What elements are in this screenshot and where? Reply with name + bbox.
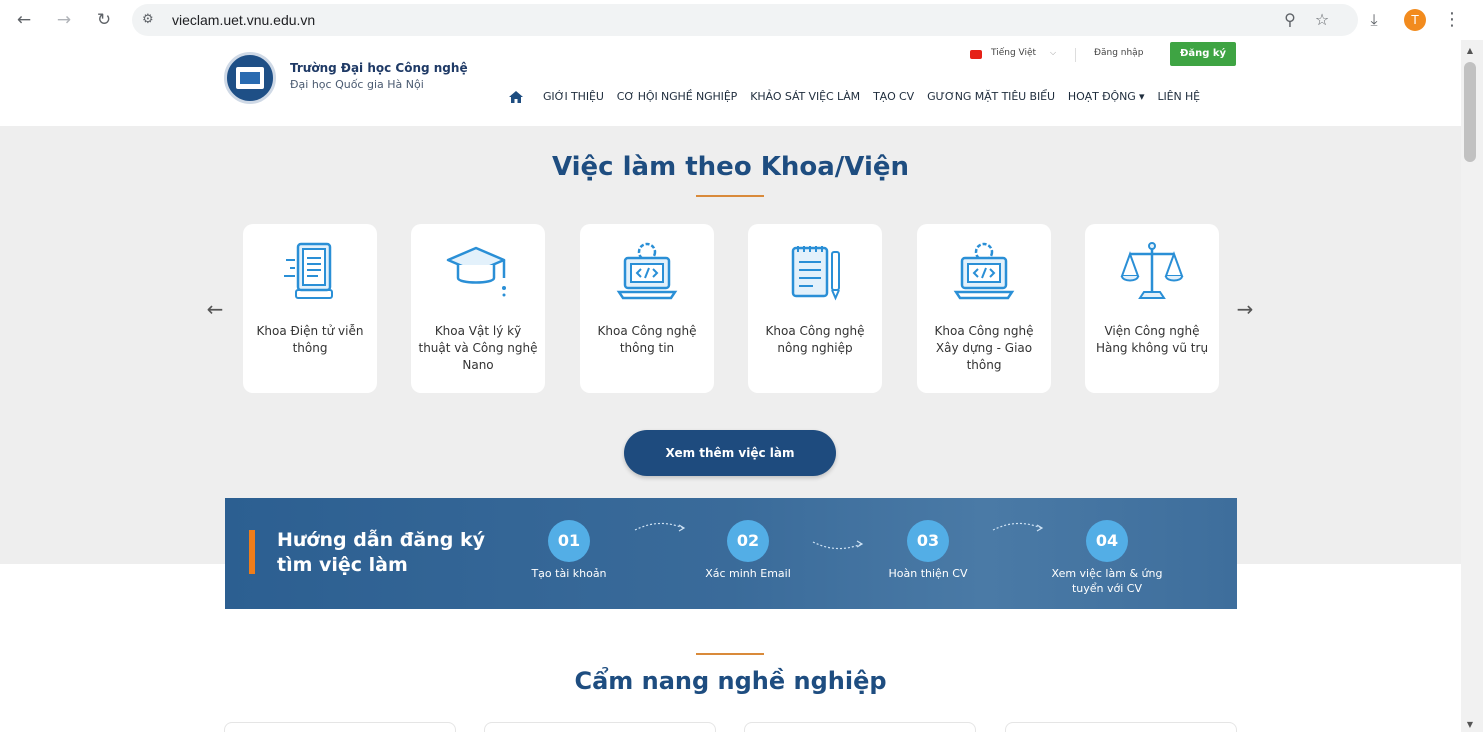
faculty-card-electronics[interactable]: Khoa Điện tử viễn thông xyxy=(243,224,377,393)
faculty-section-title: Việc làm theo Khoa/Viện xyxy=(551,152,910,182)
school-name: Trường Đại học Công nghệ xyxy=(290,61,468,75)
faculty-card-label: Khoa Công nghệ thông tin xyxy=(597,324,697,355)
faculty-card-construction[interactable]: Khoa Công nghệ Xây dựng - Giao thông xyxy=(917,224,1051,393)
handbook-card[interactable] xyxy=(224,722,456,732)
faculty-card-label: Khoa Công nghệ Xây dựng - Giao thông xyxy=(934,324,1034,372)
guide-title: Hướng dẫn đăng ký tìm việc làm xyxy=(277,528,485,578)
step-number: 04 xyxy=(1086,520,1128,562)
dotted-arrow-icon xyxy=(812,540,864,550)
step-label: Xác minh Email xyxy=(705,567,791,580)
reload-icon[interactable]: ↻ xyxy=(92,8,116,32)
divider xyxy=(1075,48,1076,62)
more-jobs-button[interactable]: Xem thêm việc làm xyxy=(624,430,836,476)
nav-item-contact[interactable]: LIÊN HỆ xyxy=(1157,90,1200,104)
carousel-next-icon[interactable]: → xyxy=(1230,294,1260,324)
handbook-card[interactable] xyxy=(744,722,976,732)
faculty-card-label: Khoa Vật lý kỹ thuật và Công nghệ Nano xyxy=(418,324,538,372)
youtube-icon[interactable] xyxy=(970,50,982,59)
faculty-card-it[interactable]: Khoa Công nghệ thông tin xyxy=(580,224,714,393)
carousel-prev-icon[interactable]: ← xyxy=(200,294,230,324)
faculty-card-label: Khoa Điện tử viễn thông xyxy=(256,324,364,355)
nav-item-activities[interactable]: HOẠT ĐỘNG ▾ xyxy=(1068,90,1145,104)
dotted-arrow-icon xyxy=(992,522,1044,532)
school-logo[interactable] xyxy=(224,52,276,104)
site-header: Trường Đại học Công nghệ Đại học Quốc gi… xyxy=(0,40,1461,126)
guide-title-line1: Hướng dẫn đăng ký xyxy=(277,529,485,551)
nav-item-about[interactable]: GIỚI THIỆU xyxy=(543,90,604,104)
faculty-card-agriculture[interactable]: Khoa Công nghệ nông nghiệp xyxy=(748,224,882,393)
back-icon[interactable]: ← xyxy=(12,8,36,32)
browser-toolbar: ← → ↻ ⚙ vieclam.uet.vnu.edu.vn ⚲ ☆ ⤓ T ⋮ xyxy=(0,0,1483,40)
home-icon[interactable] xyxy=(508,89,524,105)
nav-item-featured-faces[interactable]: GƯƠNG MẶT TIÊU BIỂU xyxy=(927,90,1055,104)
step-label: Tạo tài khoản xyxy=(531,567,607,580)
nav-item-create-cv[interactable]: TẠO CV xyxy=(873,90,914,104)
accent-bar xyxy=(249,530,255,574)
faculty-card-aerospace[interactable]: Viện Công nghệ Hàng không vũ trụ xyxy=(1085,224,1219,393)
handbook-card[interactable] xyxy=(484,722,716,732)
laptop-code-icon xyxy=(616,242,678,300)
page-scrollbar[interactable]: ▲ ▼ xyxy=(1461,40,1483,732)
school-subtitle: Đại học Quốc gia Hà Nội xyxy=(290,78,424,91)
bookmark-star-icon[interactable]: ☆ xyxy=(1310,8,1334,32)
address-bar[interactable]: ⚙ vieclam.uet.vnu.edu.vn ⚲ ☆ xyxy=(132,4,1358,36)
scroll-down-icon[interactable]: ▼ xyxy=(1464,720,1476,729)
handbook-section-title: Cẩm nang nghề nghiệp xyxy=(574,667,887,695)
nav-item-career-opportunities[interactable]: CƠ HỘI NGHỀ NGHIỆP xyxy=(617,90,738,104)
laptop-code-icon xyxy=(953,242,1015,300)
login-link[interactable]: Đăng nhập xyxy=(1094,48,1143,58)
download-icon[interactable]: ⤓ xyxy=(1362,8,1386,32)
step-label: Xem việc làm & ứng tuyển với CV xyxy=(1051,567,1163,595)
scales-icon xyxy=(1120,242,1184,299)
faculty-card-label: Khoa Công nghệ nông nghiệp xyxy=(765,324,865,355)
forward-icon[interactable]: → xyxy=(52,8,76,32)
faculty-card-physics[interactable]: Khoa Vật lý kỹ thuật và Công nghệ Nano xyxy=(411,224,545,393)
faculty-card-label: Viện Công nghệ Hàng không vũ trụ xyxy=(1095,324,1209,355)
step-number: 01 xyxy=(548,520,590,562)
zoom-icon[interactable]: ⚲ xyxy=(1278,8,1302,32)
profile-avatar[interactable]: T xyxy=(1404,9,1426,31)
step-number: 03 xyxy=(907,520,949,562)
register-button[interactable]: Đăng ký xyxy=(1170,42,1236,66)
registration-guide-banner: Hướng dẫn đăng ký tìm việc làm 01 Tạo tà… xyxy=(225,498,1237,609)
document-icon xyxy=(284,242,333,299)
browser-menu-icon[interactable]: ⋮ xyxy=(1440,8,1464,32)
chevron-down-icon[interactable]: ⌵ xyxy=(1050,48,1056,58)
nav-item-job-survey[interactable]: KHẢO SÁT VIỆC LÀM xyxy=(750,90,860,104)
title-underline xyxy=(696,195,764,197)
language-selector[interactable]: Tiếng Việt xyxy=(991,48,1036,58)
notepad-icon xyxy=(791,246,840,301)
guide-title-line2: tìm việc làm xyxy=(277,554,408,576)
step-number: 02 xyxy=(727,520,769,562)
main-nav: GIỚI THIỆU CƠ HỘI NGHỀ NGHIỆP KHẢO SÁT V… xyxy=(543,90,1213,104)
step-label: Hoàn thiện CV xyxy=(888,567,968,580)
title-underline xyxy=(696,653,764,655)
scrollbar-thumb[interactable] xyxy=(1464,62,1476,162)
url-text[interactable]: vieclam.uet.vnu.edu.vn xyxy=(172,11,315,29)
site-info-icon[interactable]: ⚙ xyxy=(142,12,154,28)
dotted-arrow-icon xyxy=(634,522,686,532)
graduation-cap-icon xyxy=(446,246,506,297)
scroll-up-icon[interactable]: ▲ xyxy=(1464,46,1476,55)
handbook-card[interactable] xyxy=(1005,722,1237,732)
